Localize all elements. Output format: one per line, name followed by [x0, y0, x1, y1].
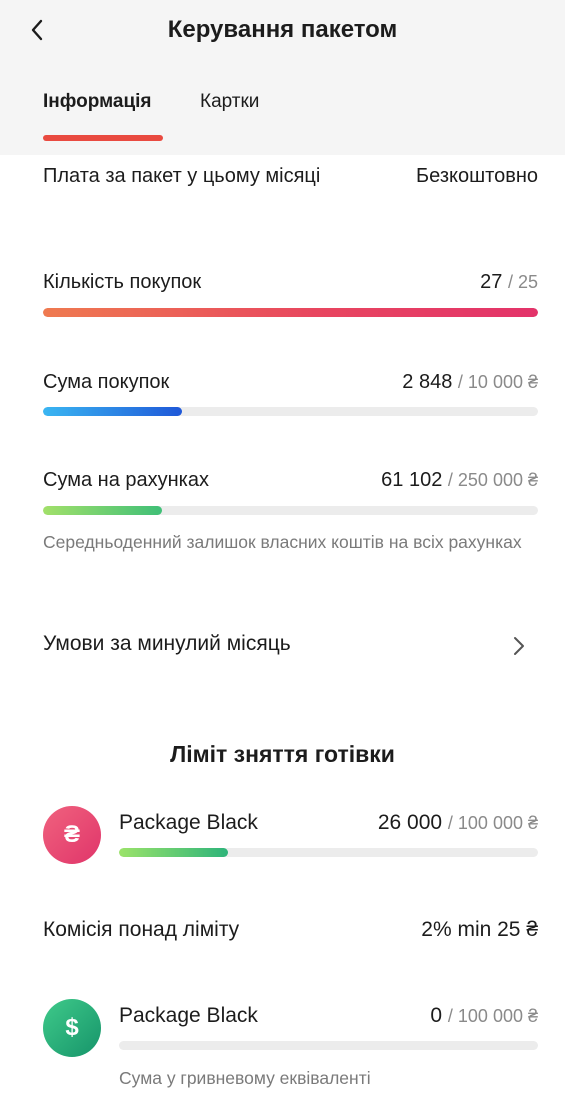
active-tab-indicator — [43, 135, 163, 141]
accounts-sum-progress — [43, 506, 538, 515]
accounts-sum-note: Середньоденний залишок власних коштів на… — [43, 532, 522, 552]
uah-package-progress — [119, 848, 538, 857]
uah-package-limit: / 100 000 ₴ — [447, 813, 538, 833]
purchases-sum-progress-fill — [43, 407, 182, 416]
uah-package-row: Package Black 26 000 / 100 000 ₴ — [119, 809, 538, 837]
usd-package-name: Package Black — [119, 1004, 258, 1027]
purchases-sum-value: 2 848 / 10 000 ₴ — [402, 368, 538, 396]
purchases-sum-limit: / 10 000 ₴ — [457, 372, 538, 392]
page-title: Керування пакетом — [167, 16, 398, 43]
cash-limit-title: Ліміт зняття готівки — [170, 741, 395, 767]
usd-package-value: 0 / 100 000 ₴ — [430, 1002, 538, 1030]
hryvnia-icon: ₴ — [43, 806, 101, 864]
dollar-icon: $ — [43, 999, 101, 1057]
uah-package-current: 26 000 — [377, 811, 443, 834]
purchases-count-progress-fill — [43, 308, 538, 317]
accounts-sum-value: 61 102 / 250 000 ₴ — [381, 466, 538, 494]
package-fee-row: Плата за пакет у цьому місяці Безкоштовн… — [43, 162, 538, 190]
last-month-conditions-label: Умови за минулий місяць — [43, 632, 291, 655]
usd-package-current: 0 — [430, 1004, 443, 1027]
package-fee-label: Плата за пакет у цьому місяці — [43, 165, 321, 187]
chevron-right-icon — [514, 637, 524, 655]
uah-package-value: 26 000 / 100 000 ₴ — [378, 809, 538, 837]
purchases-count-current: 27 — [480, 271, 503, 293]
header: Керування пакетом Інформація Картки — [0, 0, 565, 155]
accounts-sum-label: Сума на рахунках — [43, 469, 209, 491]
last-month-conditions-chevron[interactable] — [505, 630, 533, 662]
purchases-sum-progress — [43, 407, 538, 416]
purchases-count-row: Кількість покупок 27 / 25 — [43, 268, 538, 296]
usd-package-row: Package Black 0 / 100 000 ₴ — [119, 1002, 538, 1030]
purchases-sum-row: Сума покупок 2 848 / 10 000 ₴ — [43, 368, 538, 396]
usd-package-note: Сума у гривневому еквіваленті — [119, 1068, 371, 1088]
purchases-sum-current: 2 848 — [402, 371, 453, 393]
accounts-sum-progress-fill — [43, 506, 162, 515]
purchases-count-label: Кількість покупок — [43, 271, 202, 293]
uah-package-progress-fill — [119, 848, 228, 857]
commission-value: 2% min 25 ₴ — [421, 918, 538, 941]
package-fee-value: Безкоштовно — [416, 165, 538, 187]
accounts-sum-row: Сума на рахунках 61 102 / 250 000 ₴ — [43, 466, 538, 494]
purchases-count-value: 27 / 25 — [480, 268, 538, 296]
usd-package-limit: / 100 000 ₴ — [447, 1006, 538, 1026]
accounts-sum-limit: / 250 000 ₴ — [447, 470, 538, 490]
last-month-conditions-link[interactable]: Умови за минулий місяць — [43, 630, 483, 658]
uah-package-name: Package Black — [119, 811, 258, 834]
purchases-count-progress — [43, 308, 538, 317]
tab-cards[interactable]: Картки — [200, 88, 259, 116]
purchases-count-limit: / 25 — [507, 272, 538, 292]
usd-package-progress — [119, 1041, 538, 1050]
commission-row: Комісія понад ліміту 2% min 25 ₴ — [43, 916, 538, 944]
tab-information[interactable]: Інформація — [43, 88, 152, 116]
accounts-sum-current: 61 102 — [381, 469, 443, 491]
purchases-sum-label: Сума покупок — [43, 371, 170, 393]
commission-label: Комісія понад ліміту — [43, 918, 240, 941]
